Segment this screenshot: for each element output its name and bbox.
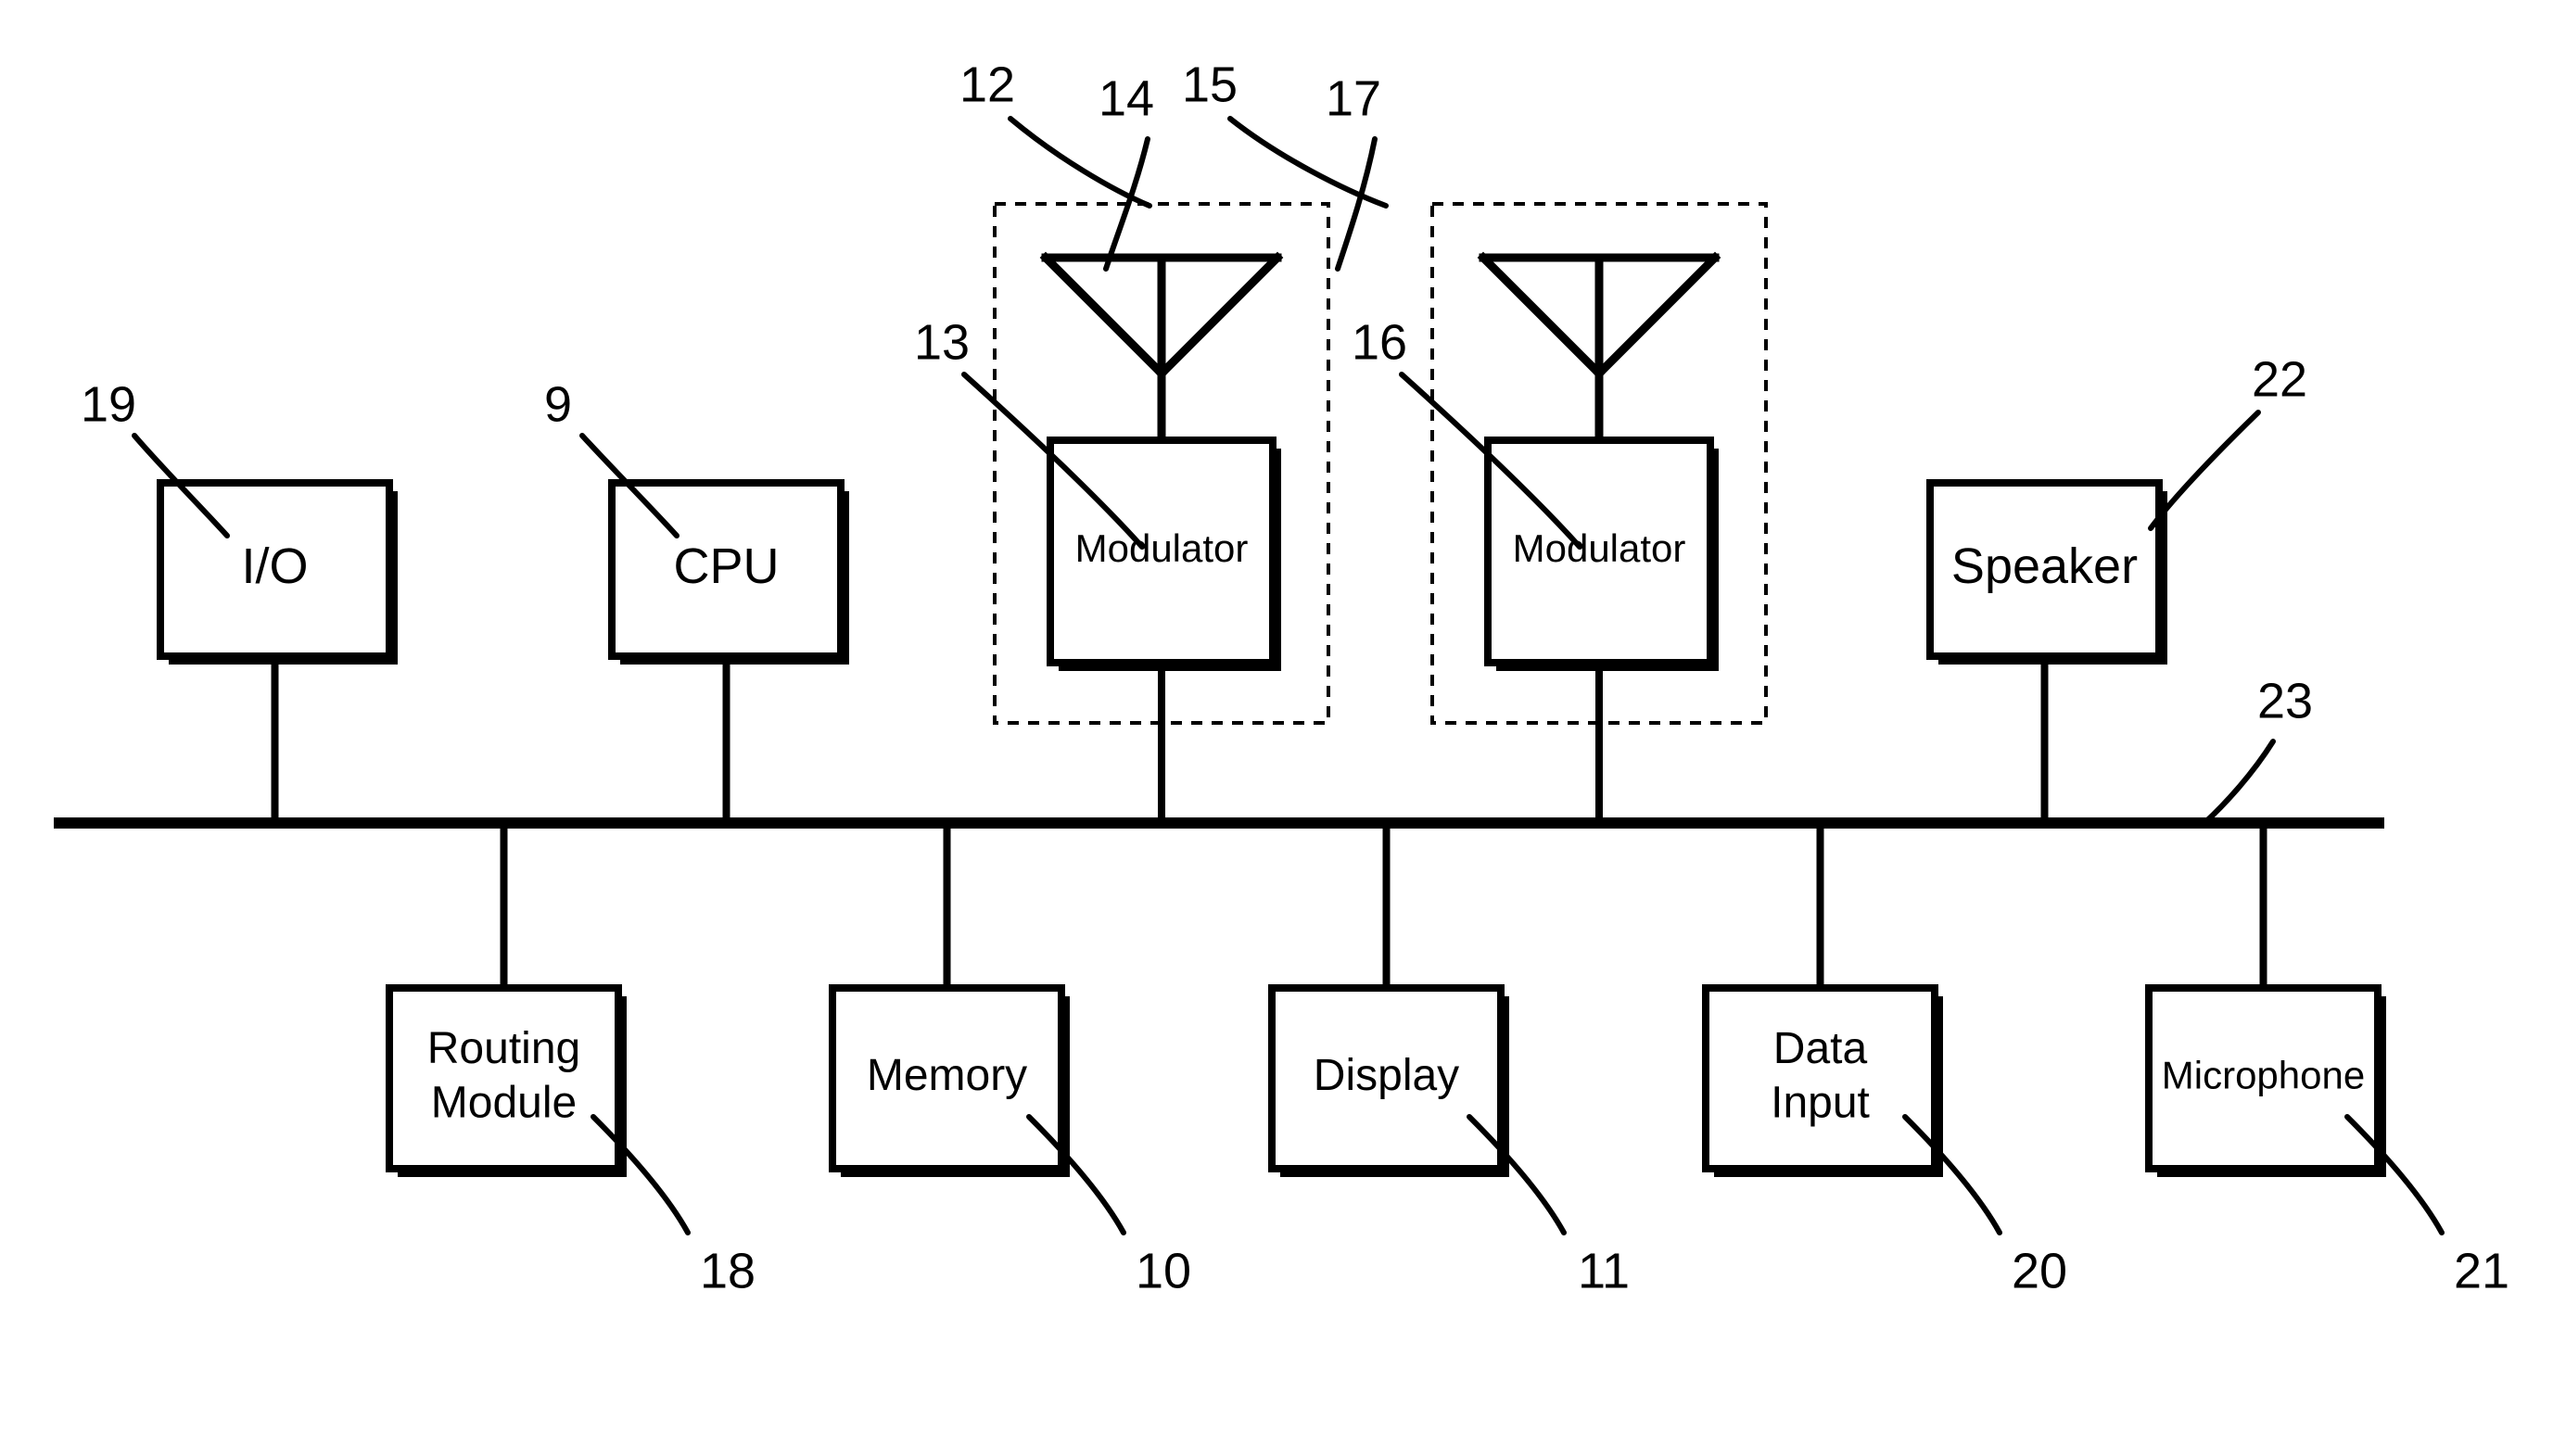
patent-block-diagram: I/O CPU Modulator Modulator Speaker Routing Mo… [54,57,2509,1298]
block-label-memory: Memory [867,1051,1027,1100]
ref-bus: 23 [2202,673,2313,826]
ref-data-input: 20 [1902,1114,2067,1298]
block-microphone: Microphone [2145,984,2386,1177]
ref-routing-module: 18 [591,1114,756,1298]
ref-transceiver-2-antenna-leader-line [1335,136,1378,272]
ref-cpu-numeral: 9 [544,376,572,432]
ref-memory-numeral: 10 [1136,1243,1191,1298]
ref-modulator-1: 13 [914,314,1145,550]
block-speaker: Speaker [1926,479,2167,665]
ref-speaker-numeral: 22 [2252,351,2307,407]
ref-modulator-1-numeral: 13 [914,314,970,370]
block-label-modulator-1: Modulator [1075,526,1249,570]
ref-transceiver-1-antenna-numeral: 14 [1099,70,1154,126]
block-modulator-1: Modulator [1047,437,1281,671]
transceiver-1-antenna-icon [1039,251,1284,445]
block-label-routing-module: Module [431,1078,577,1127]
block-cpu: CPU [608,479,849,665]
figure-canvas: I/O CPU Modulator Modulator Speaker Routing Mo… [0,0,2553,1456]
ref-modulator-2: 16 [1352,314,1582,550]
component-blocks: I/O CPU Modulator Modulator Speaker Routing Mo… [157,437,2386,1177]
ref-transceiver-2-antenna: 17 [1326,70,1381,272]
block-modulator-2: Modulator [1484,437,1719,671]
block-label-modulator-2: Modulator [1513,526,1686,570]
ref-transceiver-2-antenna-numeral: 17 [1326,70,1381,126]
ref-transceiver-1-antenna: 14 [1099,70,1154,272]
ref-speaker-leader-line [2148,410,2261,531]
block-label-display: Display [1314,1051,1459,1100]
block-memory: Memory [829,984,1070,1177]
block-label-routing-module: Routing [427,1024,580,1073]
ref-display-numeral: 11 [1578,1243,1630,1298]
block-display: Display [1268,984,1509,1177]
block-label-data-input: Input [1771,1078,1870,1127]
block-io: I/O [157,479,398,665]
ref-transceiver-1-enclosure-leader-line [1008,116,1152,209]
ref-bus-numeral: 23 [2257,673,2313,728]
ref-bus-leader-line [2202,739,2276,826]
ref-memory: 10 [1026,1114,1191,1298]
ref-io-numeral: 19 [81,376,136,432]
ref-transceiver-1-enclosure-numeral: 12 [959,57,1015,112]
block-label-cpu: CPU [673,538,779,594]
ref-data-input-numeral: 20 [2012,1243,2067,1298]
block-label-speaker: Speaker [1951,538,2138,594]
block-routing-module: Routing Module [386,984,627,1177]
ref-modulator-2-numeral: 16 [1352,314,1407,370]
transceiver-2-antenna-icon [1477,251,1721,445]
block-label-data-input: Data [1773,1024,1868,1073]
ref-speaker: 22 [2148,351,2307,531]
ref-routing-module-numeral: 18 [700,1243,756,1298]
ref-microphone: 21 [2344,1114,2509,1298]
ref-transceiver-2-enclosure-numeral: 15 [1182,57,1238,112]
block-data-input: Data Input [1702,984,1943,1177]
ref-microphone-numeral: 21 [2454,1243,2509,1298]
ref-display: 11 [1467,1114,1630,1298]
block-label-io: I/O [241,538,308,594]
ref-io: 19 [81,376,230,538]
block-label-microphone: Microphone [2162,1054,2365,1097]
